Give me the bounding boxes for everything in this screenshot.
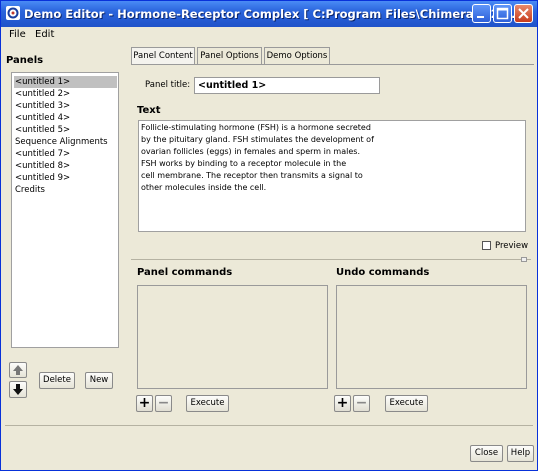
list-item[interactable]: <untitled 9>	[14, 172, 117, 184]
remove-panel-command-button[interactable]: −	[155, 395, 172, 412]
splitter-line	[131, 259, 531, 260]
execute-undo-command-button[interactable]: Execute	[385, 395, 428, 412]
arrow-down-icon	[13, 384, 23, 395]
window-title: Demo Editor - Hormone-Receptor Complex […	[24, 7, 520, 21]
preview-checkbox[interactable]	[482, 241, 491, 250]
panel-commands-heading: Panel commands	[137, 267, 233, 278]
text-line: ovarian follicles (eggs) in females and …	[141, 147, 360, 156]
minimize-button[interactable]	[472, 4, 491, 23]
move-up-button[interactable]	[9, 362, 27, 378]
undo-commands-heading: Undo commands	[336, 267, 430, 278]
delete-button[interactable]: Delete	[39, 372, 75, 389]
execute-panel-command-button[interactable]: Execute	[186, 395, 229, 412]
text-line: other molecules inside the cell.	[141, 183, 267, 192]
tab-panel-options[interactable]: Panel Options	[197, 47, 262, 65]
chimera-app-icon	[6, 6, 20, 20]
text-line: FSH works by binding to a receptor molec…	[141, 159, 347, 168]
splitter-handle[interactable]	[521, 257, 527, 262]
remove-undo-command-button[interactable]: −	[353, 395, 370, 412]
add-undo-command-button[interactable]: +	[334, 395, 351, 412]
close-window-button[interactable]	[514, 4, 533, 23]
close-button[interactable]: Close	[470, 445, 503, 462]
list-item[interactable]: Sequence Alignments	[14, 136, 117, 148]
panels-list[interactable]: <untitled 1> <untitled 2> <untitled 3> <…	[11, 72, 119, 348]
list-item[interactable]: Credits	[14, 184, 117, 196]
tab-panel-content[interactable]: Panel Content	[131, 47, 195, 65]
tab-divider	[131, 64, 534, 65]
panel-title-label: Panel title:	[145, 80, 191, 90]
list-item[interactable]: <untitled 8>	[14, 160, 117, 172]
close-icon	[518, 8, 529, 19]
list-item[interactable]: <untitled 1>	[14, 76, 117, 88]
preview-label: Preview	[495, 241, 529, 251]
text-heading: Text	[137, 105, 161, 116]
footer-separator	[5, 425, 533, 426]
panel-title-input[interactable]: <untitled 1>	[194, 77, 380, 94]
add-panel-command-button[interactable]: +	[136, 395, 153, 412]
text-line: Follicle-stimulating hormone (FSH) is a …	[141, 123, 371, 132]
panels-heading: Panels	[6, 55, 44, 66]
arrow-up-icon	[13, 365, 23, 375]
new-button[interactable]: New	[85, 372, 113, 389]
panel-commands-list[interactable]	[137, 285, 328, 389]
menu-file[interactable]: File	[9, 29, 26, 40]
list-item[interactable]: <untitled 5>	[14, 124, 117, 136]
menu-bar: File Edit	[1, 27, 537, 44]
tab-demo-options[interactable]: Demo Options	[264, 47, 330, 65]
list-item[interactable]: <untitled 3>	[14, 100, 117, 112]
menu-edit[interactable]: Edit	[35, 29, 54, 40]
demo-editor-window: Demo Editor - Hormone-Receptor Complex […	[0, 0, 538, 471]
help-button[interactable]: Help	[507, 445, 534, 462]
panel-text-area[interactable]: Follicle-stimulating hormone (FSH) is a …	[138, 120, 526, 232]
list-item[interactable]: <untitled 4>	[14, 112, 117, 124]
list-item[interactable]: <untitled 7>	[14, 148, 117, 160]
text-line: cell membrane. The receptor then transmi…	[141, 171, 363, 180]
undo-commands-list[interactable]	[336, 285, 527, 389]
title-bar[interactable]: Demo Editor - Hormone-Receptor Complex […	[1, 1, 537, 27]
move-down-button[interactable]	[9, 381, 27, 398]
text-line: by the pituitary gland. FSH stimulates t…	[141, 135, 374, 144]
maximize-button[interactable]	[493, 4, 512, 23]
list-item[interactable]: <untitled 2>	[14, 88, 117, 100]
panel-title-value: <untitled 1>	[198, 80, 267, 91]
maximize-icon	[496, 7, 509, 20]
minimize-icon	[477, 16, 484, 18]
